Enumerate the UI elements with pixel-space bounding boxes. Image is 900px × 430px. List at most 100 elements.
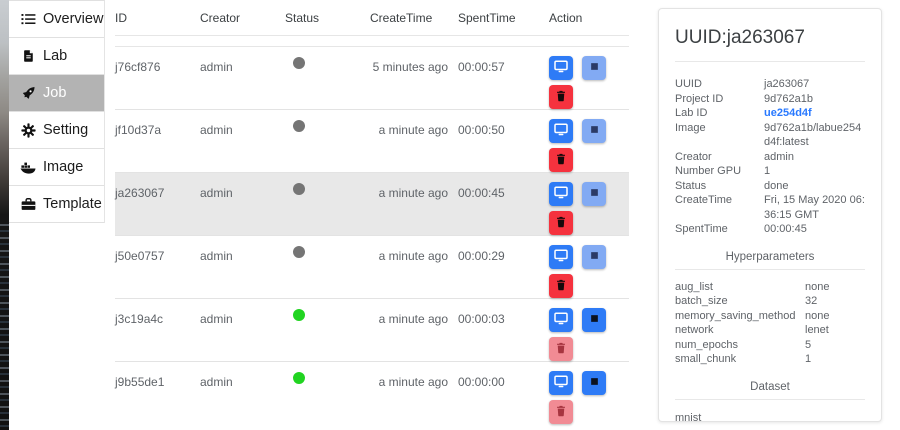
column-header-status: Status bbox=[285, 11, 370, 25]
cell-createtime: a minute ago bbox=[370, 110, 448, 172]
detail-info-label: Creator bbox=[675, 150, 764, 165]
stop-icon bbox=[588, 123, 601, 139]
detail-info-row: UUID ja263067 bbox=[675, 77, 865, 92]
sidebar-item-label: Image bbox=[43, 159, 83, 175]
photo-noise bbox=[0, 224, 9, 430]
table-body: j76cf876 admin 5 minutes ago 00:00:57 bbox=[115, 47, 629, 424]
hyperparameter-value: none bbox=[805, 280, 865, 295]
cell-creator: admin bbox=[200, 362, 285, 424]
sidebar-item-template[interactable]: Template bbox=[9, 186, 104, 223]
hyperparameter-label: memory_saving_method bbox=[675, 309, 805, 324]
sidebar-item-job[interactable]: Job bbox=[9, 75, 104, 112]
sidebar-item-lab[interactable]: Lab bbox=[9, 38, 104, 75]
sidebar-item-label: Template bbox=[43, 196, 102, 212]
hyperparameter-row: batch_size 32 bbox=[675, 294, 865, 309]
monitor-job-button[interactable] bbox=[549, 56, 573, 80]
delete-job-button[interactable] bbox=[549, 274, 573, 298]
cell-createtime: a minute ago bbox=[370, 236, 448, 298]
stop-job-button[interactable] bbox=[582, 371, 606, 395]
detail-info-value: 00:00:45 bbox=[764, 222, 865, 237]
detail-info-row: Project ID 9d762a1b bbox=[675, 92, 865, 107]
cell-actions bbox=[543, 110, 629, 172]
cell-status bbox=[285, 110, 370, 172]
job-table: IDCreatorStatusCreateTimeSpentTimeAction… bbox=[115, 0, 629, 424]
cell-status bbox=[285, 362, 370, 424]
detail-info-value: 9d762a1b bbox=[764, 92, 865, 107]
sidebar-item-label: Overview bbox=[43, 11, 103, 27]
hyperparameter-value: 5 bbox=[805, 338, 865, 353]
cell-status bbox=[285, 47, 370, 109]
table-row[interactable]: j50e0757 admin a minute ago 00:00:29 bbox=[115, 236, 629, 299]
sidebar-item-image[interactable]: Image bbox=[9, 149, 104, 186]
table-row[interactable]: j9b55de1 admin a minute ago 00:00:00 bbox=[115, 362, 629, 424]
hyperparameters-list: aug_list none batch_size 32 memory_savin… bbox=[675, 280, 865, 367]
stop-job-button[interactable] bbox=[582, 182, 606, 206]
table-header-row: IDCreatorStatusCreateTimeSpentTimeAction bbox=[115, 0, 629, 36]
column-header-spenttime: SpentTime bbox=[448, 11, 543, 25]
cell-status bbox=[285, 173, 370, 235]
monitor-job-button[interactable] bbox=[549, 308, 573, 332]
cell-creator: admin bbox=[200, 173, 285, 235]
hyperparameter-label: network bbox=[675, 323, 805, 338]
cell-id: ja263067 bbox=[115, 173, 200, 235]
dataset-section-title: Dataset bbox=[675, 381, 865, 393]
file-icon bbox=[20, 49, 36, 63]
detail-info-label: CreateTime bbox=[675, 193, 764, 222]
stop-icon bbox=[588, 186, 601, 202]
table-row[interactable]: j3c19a4c admin a minute ago 00:00:03 bbox=[115, 299, 629, 362]
cell-actions bbox=[543, 362, 629, 424]
monitor-job-button[interactable] bbox=[549, 119, 573, 143]
column-header-action: Action bbox=[543, 11, 629, 25]
delete-job-button[interactable] bbox=[549, 211, 573, 235]
cell-id: j9b55de1 bbox=[115, 362, 200, 424]
trash-icon bbox=[555, 216, 567, 231]
cell-spenttime: 00:00:50 bbox=[448, 110, 543, 172]
table-row[interactable]: j76cf876 admin 5 minutes ago 00:00:57 bbox=[115, 47, 629, 110]
table-row[interactable]: ja263067 admin a minute ago 00:00:45 bbox=[115, 173, 629, 236]
delete-job-button[interactable] bbox=[549, 148, 573, 172]
trash-icon bbox=[555, 90, 567, 105]
sidebar-item-overview[interactable]: Overview bbox=[9, 1, 104, 38]
hyperparameter-label: batch_size bbox=[675, 294, 805, 309]
cell-creator: admin bbox=[200, 299, 285, 361]
sidebar: Overview Lab Job Setting Image Template bbox=[9, 0, 105, 223]
cell-id: j76cf876 bbox=[115, 47, 200, 109]
monitor-job-button[interactable] bbox=[549, 371, 573, 395]
stop-job-button[interactable] bbox=[582, 308, 606, 332]
hyperparameter-value: 32 bbox=[805, 294, 865, 309]
table-row[interactable]: jf10d37a admin a minute ago 00:00:50 bbox=[115, 110, 629, 173]
status-dot bbox=[293, 246, 305, 258]
action-button-group bbox=[549, 245, 629, 298]
status-dot bbox=[293, 120, 305, 132]
detail-info-value: ja263067 bbox=[764, 77, 865, 92]
delete-job-button[interactable] bbox=[549, 337, 573, 361]
trash-icon bbox=[555, 279, 567, 294]
cell-creator: admin bbox=[200, 236, 285, 298]
detail-info-label: Number GPU bbox=[675, 164, 764, 179]
monitor-icon bbox=[554, 249, 568, 265]
detail-info-row: SpentTime 00:00:45 bbox=[675, 222, 865, 237]
sidebar-item-setting[interactable]: Setting bbox=[9, 112, 104, 149]
cell-createtime: a minute ago bbox=[370, 173, 448, 235]
hyperparameter-row: num_epochs 5 bbox=[675, 338, 865, 353]
delete-job-button[interactable] bbox=[549, 85, 573, 109]
lab-id-link[interactable]: ue254d4f bbox=[764, 106, 865, 121]
detail-info-row: Image 9d762a1b/labue254d4f:latest bbox=[675, 121, 865, 150]
stop-icon bbox=[588, 249, 601, 265]
hyperparameters-section-title: Hyperparameters bbox=[675, 251, 865, 263]
docker-icon bbox=[20, 161, 36, 174]
sidebar-item-label: Job bbox=[43, 85, 66, 101]
hyperparameters-divider bbox=[675, 269, 865, 270]
hyperparameter-label: small_chunk bbox=[675, 352, 805, 367]
monitor-job-button[interactable] bbox=[549, 182, 573, 206]
monitor-job-button[interactable] bbox=[549, 245, 573, 269]
stop-job-button[interactable] bbox=[582, 56, 606, 80]
stop-job-button[interactable] bbox=[582, 119, 606, 143]
stop-job-button[interactable] bbox=[582, 245, 606, 269]
delete-job-button[interactable] bbox=[549, 400, 573, 424]
sidebar-item-label: Lab bbox=[43, 48, 67, 64]
detail-info-value: Fri, 15 May 2020 06:36:15 GMT bbox=[764, 193, 865, 222]
detail-title: UUID:ja263067 bbox=[675, 27, 865, 49]
detail-info-label: Project ID bbox=[675, 92, 764, 107]
cell-actions bbox=[543, 173, 629, 235]
